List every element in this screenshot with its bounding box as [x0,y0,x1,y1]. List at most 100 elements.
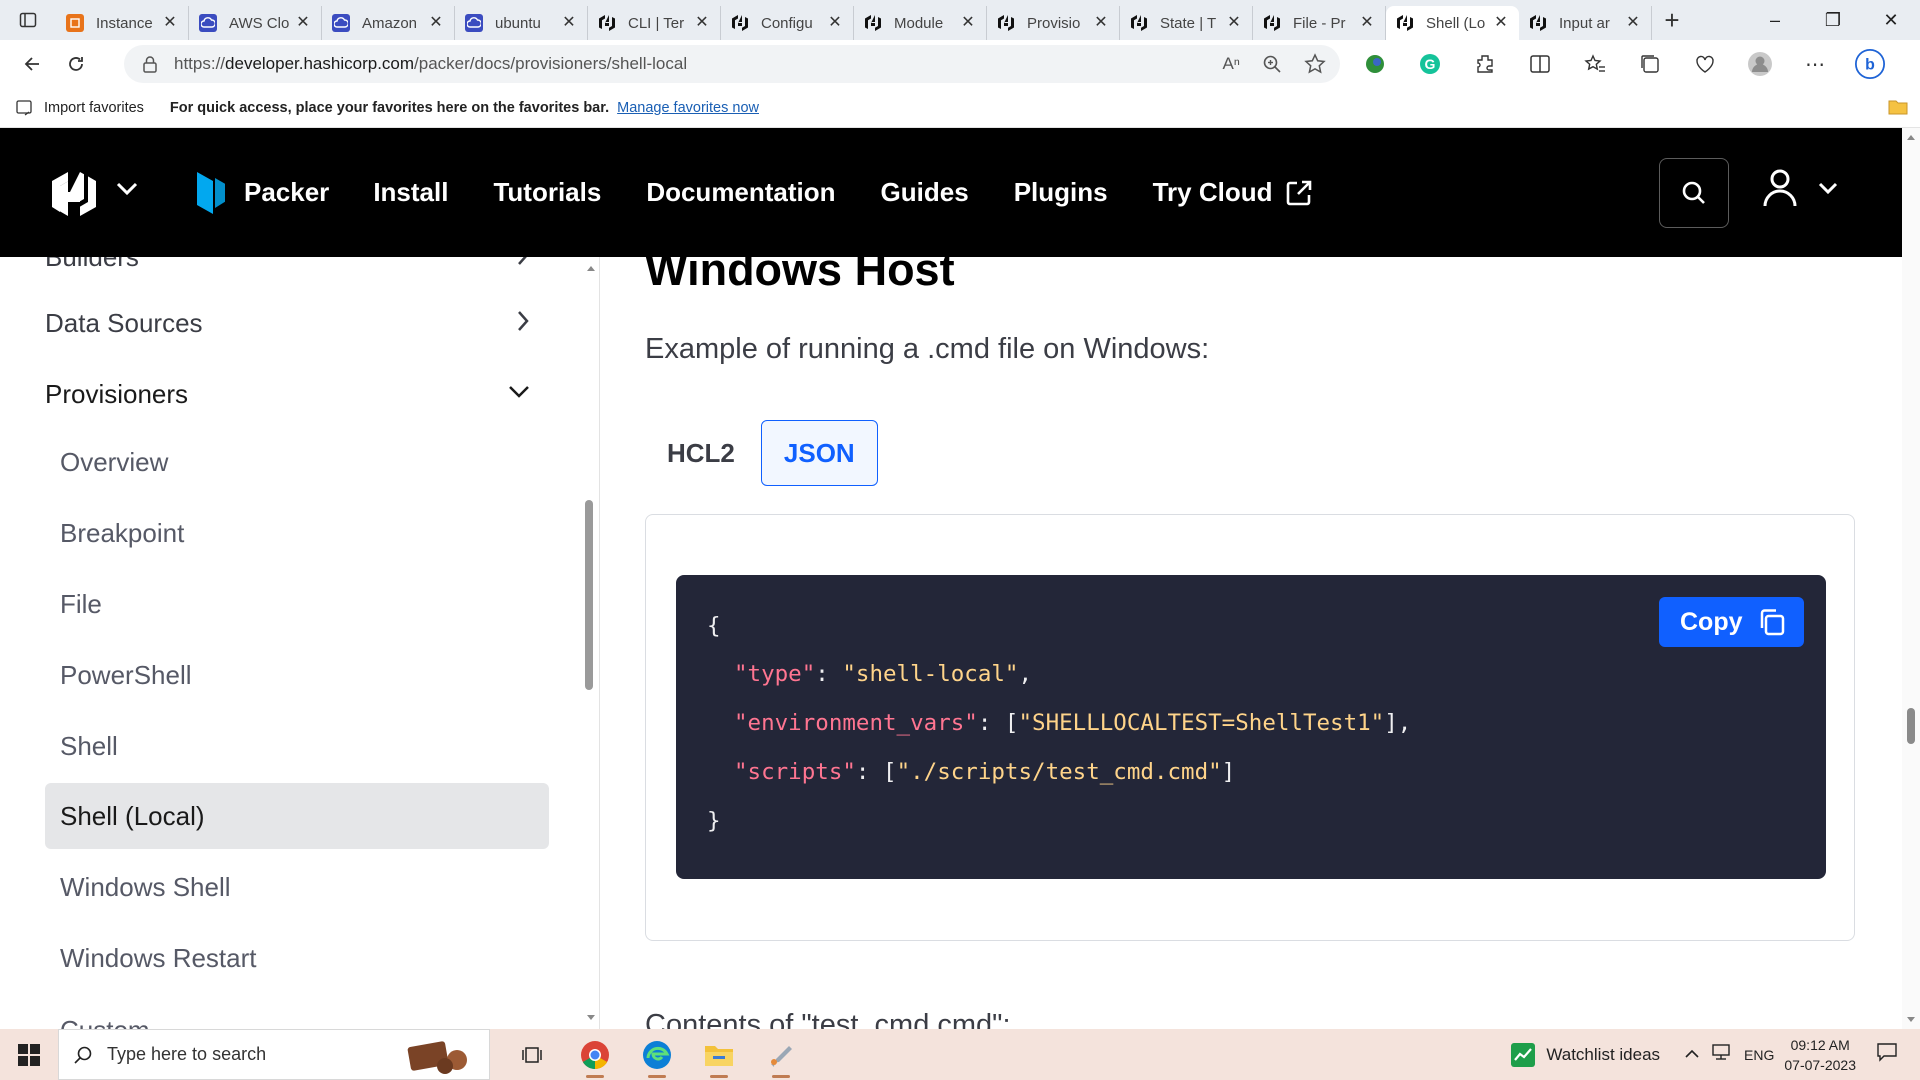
paint-icon[interactable] [750,1029,812,1080]
docs-sidebar: Builders Data Sources Provisioners Overv… [0,257,600,1029]
browser-tab[interactable]: State | T ✕ [1120,6,1253,40]
sidebar-item-windows-shell[interactable]: Windows Shell [45,854,549,920]
taskbar-search-box[interactable]: Type here to search [58,1029,490,1080]
sidebar-item-custom[interactable]: Custom [45,997,549,1030]
extension-globe-icon[interactable] [1360,49,1390,79]
favorites-icon[interactable] [1580,49,1610,79]
close-window-button[interactable]: ✕ [1862,0,1920,40]
extensions-puzzle-icon[interactable] [1470,49,1500,79]
tab-json[interactable]: JSON [760,420,878,486]
address-bar[interactable]: https://developer.hashicorp.com/packer/d… [124,45,1340,83]
copy-button[interactable]: Copy [1659,597,1804,647]
sidebar-item-overview[interactable]: Overview [45,429,549,495]
sidebar-item-breakpoint[interactable]: Breakpoint [45,500,549,566]
close-tab-icon[interactable]: ✕ [162,15,178,31]
more-menu-icon[interactable]: ⋯ [1800,49,1830,79]
browser-tab[interactable]: ubuntu ✕ [455,6,588,40]
bing-copilot-icon[interactable]: b [1855,49,1885,79]
sidebar-item-provisioners[interactable]: Provisioners [45,361,550,427]
browser-tab[interactable]: Amazon ✕ [322,6,455,40]
nav-tutorials[interactable]: Tutorials [493,177,601,208]
svg-text:b: b [1865,56,1875,73]
browser-tab[interactable]: Module ✕ [854,6,987,40]
other-favorites-folder-icon[interactable] [1888,98,1908,120]
page-scrollbar-thumb[interactable] [1907,708,1915,744]
close-tab-icon[interactable]: ✕ [561,15,577,31]
browser-tab[interactable]: Configu ✕ [721,6,854,40]
sidebar-item-powershell[interactable]: PowerShell [45,642,549,708]
file-explorer-icon[interactable] [688,1029,750,1080]
read-aloud-icon[interactable]: Aⁿ [1222,54,1240,74]
clock[interactable]: 09:12 AM 07-07-2023 [1784,1035,1856,1075]
browser-tab[interactable]: Provisio ✕ [987,6,1120,40]
nav-try-cloud[interactable]: Try Cloud [1153,177,1313,208]
browser-tab-label: Instance [96,14,153,32]
notifications-icon[interactable] [1876,1042,1898,1067]
system-tray: Watchlist ideas ENG 09:12 AM 07-07-2023 [1510,1029,1920,1080]
close-tab-icon[interactable]: ✕ [1493,15,1509,31]
sidebar-item-builders[interactable]: Builders [45,257,550,290]
page-scrollbar[interactable] [1902,128,1920,1029]
svg-text:G: G [1425,56,1436,72]
browser-tab[interactable]: Input ar ✕ [1519,6,1652,40]
close-tab-icon[interactable]: ✕ [1625,15,1641,31]
nav-packer[interactable]: Packer [244,177,329,208]
close-tab-icon[interactable]: ✕ [428,15,444,31]
network-icon[interactable] [1710,1043,1732,1066]
watchlist-widget[interactable]: Watchlist ideas [1510,1042,1660,1068]
tab-actions-icon[interactable] [0,0,56,40]
browser-tab[interactable]: Shell (Lo ✕ [1386,6,1519,40]
favorite-star-icon[interactable] [1304,53,1326,75]
browser-tab-label: CLI | Ter [628,14,685,32]
sidebar-item-data-sources[interactable]: Data Sources [45,290,550,356]
close-tab-icon[interactable]: ✕ [1226,15,1242,31]
close-tab-icon[interactable]: ✕ [827,15,843,31]
chrome-icon[interactable] [564,1029,626,1080]
grammarly-icon[interactable]: G [1415,49,1445,79]
back-button[interactable] [12,44,52,84]
profile-avatar-icon[interactable] [1745,49,1775,79]
edge-icon[interactable] [626,1029,688,1080]
manage-favorites-link[interactable]: Manage favorites now [617,100,759,116]
nav-documentation[interactable]: Documentation [646,177,835,208]
nav-guides[interactable]: Guides [881,177,969,208]
task-view-icon[interactable] [502,1029,564,1080]
url-text[interactable]: https://developer.hashicorp.com/packer/d… [174,54,687,74]
site-search-button[interactable] [1659,158,1729,228]
browser-tab[interactable]: Instance ✕ [56,6,189,40]
hashicorp-logo-icon[interactable] [48,168,100,225]
sidebar-item-file[interactable]: File [45,571,549,637]
nav-plugins[interactable]: Plugins [1014,177,1108,208]
nav-install[interactable]: Install [373,177,448,208]
close-tab-icon[interactable]: ✕ [295,15,311,31]
performance-heart-icon[interactable] [1690,49,1720,79]
sidebar-item-shell[interactable]: Shell [45,713,549,779]
close-tab-icon[interactable]: ✕ [1359,15,1375,31]
close-tab-icon[interactable]: ✕ [1093,15,1109,31]
tab-hcl2[interactable]: HCL2 [645,420,757,486]
language-indicator[interactable]: ENG [1744,1047,1774,1063]
new-tab-button[interactable]: + [1652,0,1692,40]
browser-tab[interactable]: AWS Clo ✕ [189,6,322,40]
close-tab-icon[interactable]: ✕ [694,15,710,31]
sidebar-scrollbar-thumb[interactable] [585,500,593,690]
user-menu[interactable] [1762,168,1838,208]
tray-chevron-up-icon[interactable] [1684,1046,1700,1064]
browser-tab-strip: Instance ✕ AWS Clo ✕ Amazon ✕ ubuntu ✕ CLI | Ter… [0,0,1920,40]
minimize-button[interactable]: – [1746,0,1804,40]
sidebar-item-windows-restart[interactable]: Windows Restart [45,925,549,991]
zoom-icon[interactable] [1262,54,1282,74]
browser-tab[interactable]: File - Pr ✕ [1253,6,1386,40]
close-tab-icon[interactable]: ✕ [960,15,976,31]
sidebar-item-shell-local[interactable]: Shell (Local) [45,783,549,849]
import-favorites-button[interactable]: Import favorites [16,100,144,116]
search-highlight-chocolate-icon[interactable] [405,1036,475,1080]
restore-button[interactable]: ❐ [1804,0,1862,40]
collections-icon[interactable] [1635,49,1665,79]
products-chevron-down-icon[interactable] [116,182,138,201]
refresh-button[interactable] [56,44,96,84]
split-screen-icon[interactable] [1525,49,1555,79]
browser-tab[interactable]: CLI | Ter ✕ [588,6,721,40]
packer-logo-icon[interactable] [195,170,227,221]
windows-start-icon[interactable] [0,1029,58,1080]
